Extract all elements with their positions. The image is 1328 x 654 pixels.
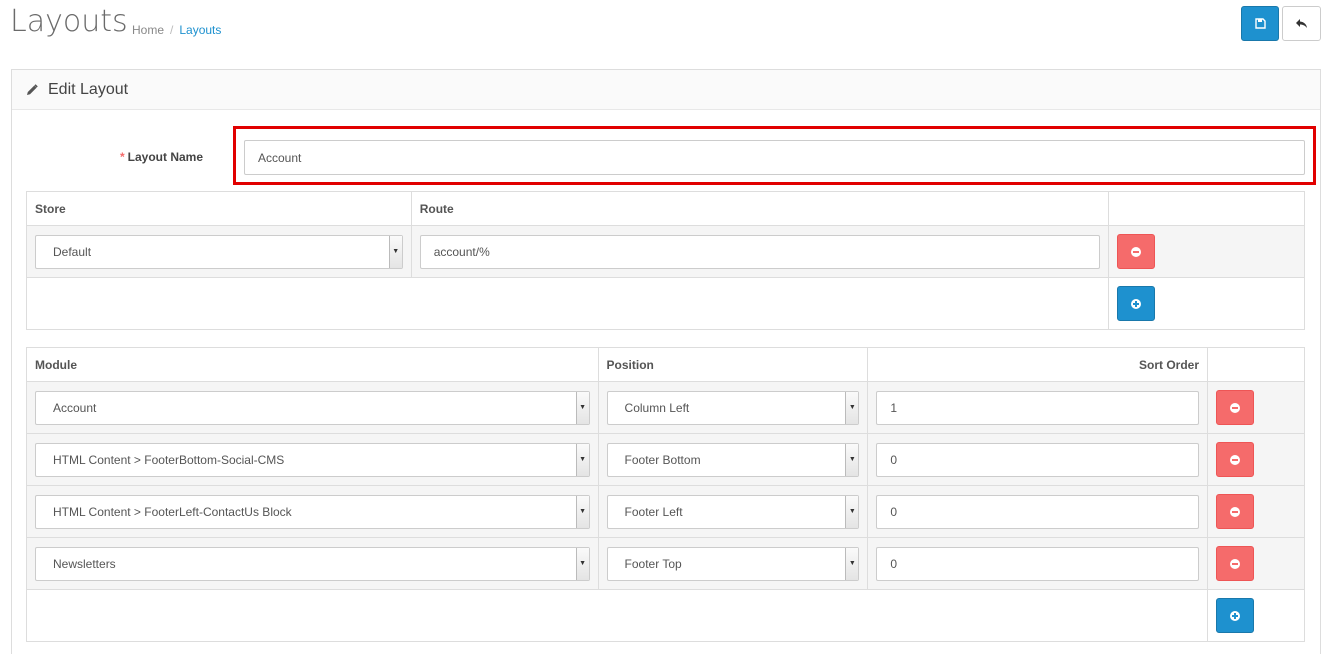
module-select[interactable]: HTML Content > FooterBottom-Social-CMS ▼ (35, 442, 590, 477)
minus-circle-icon (1131, 246, 1142, 257)
page-title: Layouts (10, 4, 128, 39)
route-input[interactable]: account/% (419, 234, 1101, 269)
route-table: Store Route Default ▼ account/% (25, 191, 1305, 330)
minus-circle-icon (1230, 558, 1241, 569)
add-route-button[interactable] (1117, 286, 1156, 321)
module-select[interactable]: Account ▼ (35, 390, 590, 425)
position-select[interactable]: Footer Top ▼ (606, 546, 860, 581)
module-select-value: Newsletters (53, 556, 116, 571)
panel-title: Edit Layout (48, 80, 129, 98)
route-header: Route (410, 191, 1110, 226)
table-row: Account ▼ Column Left ▼ 1 (26, 381, 1305, 434)
module-select-value: Account (53, 400, 97, 415)
remove-module-button[interactable] (1216, 442, 1255, 477)
dropdown-arrow-icon[interactable]: ▼ (575, 547, 589, 580)
module-select-value: HTML Content > FooterLeft-ContactUs Bloc… (53, 504, 292, 519)
table-footer-row (25, 277, 1305, 330)
dropdown-arrow-icon[interactable]: ▼ (575, 495, 589, 528)
dropdown-arrow-icon[interactable]: ▼ (845, 443, 859, 476)
reply-icon (1296, 19, 1307, 28)
breadcrumb: Home / Layouts (132, 23, 221, 37)
required-mark: * (120, 150, 125, 164)
sort-order-input[interactable]: 0 (876, 546, 1200, 581)
position-select-value: Footer Bottom (624, 452, 701, 467)
minus-circle-icon (1230, 506, 1241, 517)
dropdown-arrow-icon[interactable]: ▼ (845, 391, 859, 424)
breadcrumb-home[interactable]: Home (132, 23, 164, 37)
breadcrumb-separator: / (170, 23, 174, 37)
dropdown-arrow-icon[interactable]: ▼ (388, 235, 402, 268)
module-select[interactable]: Newsletters ▼ (35, 546, 590, 581)
remove-module-button[interactable] (1216, 494, 1255, 529)
save-icon (1254, 18, 1266, 29)
dropdown-arrow-icon[interactable]: ▼ (575, 391, 589, 424)
position-select[interactable]: Footer Bottom ▼ (606, 442, 860, 477)
table-footer-row (25, 589, 1305, 642)
dropdown-arrow-icon[interactable]: ▼ (575, 443, 589, 476)
layout-name-label: * Layout Name (120, 150, 203, 164)
module-select-value: HTML Content > FooterBottom-Social-CMS (53, 452, 285, 467)
remove-module-button[interactable] (1216, 390, 1255, 425)
back-button[interactable] (1282, 6, 1321, 41)
plus-circle-icon (1131, 298, 1142, 309)
module-action-header (1207, 347, 1305, 382)
remove-module-button[interactable] (1216, 546, 1255, 581)
store-select[interactable]: Default ▼ (35, 234, 403, 269)
store-select-value: Default (53, 244, 92, 259)
layout-name-label-text: Layout Name (127, 150, 204, 164)
position-header: Position (597, 347, 869, 382)
sort-order-header: Sort Order (867, 347, 1209, 382)
position-select[interactable]: Column Left ▼ (606, 390, 860, 425)
table-row: Default ▼ account/% (26, 225, 1305, 278)
dropdown-arrow-icon[interactable]: ▼ (845, 495, 859, 528)
plus-circle-icon (1230, 610, 1241, 621)
table-row: HTML Content > FooterBottom-Social-CMS ▼ … (26, 433, 1305, 486)
minus-circle-icon (1230, 454, 1241, 465)
pencil-icon (27, 83, 38, 95)
save-button[interactable] (1241, 6, 1279, 41)
sort-order-input[interactable]: 1 (876, 390, 1200, 425)
table-row: HTML Content > FooterLeft-ContactUs Bloc… (26, 485, 1305, 538)
remove-route-button[interactable] (1117, 234, 1156, 269)
position-select-value: Footer Top (624, 556, 682, 571)
minus-circle-icon (1230, 402, 1241, 413)
add-module-button[interactable] (1216, 598, 1255, 633)
position-select-value: Column Left (624, 400, 690, 415)
module-table: Module Position Sort Order Account ▼ Colu… (25, 347, 1305, 642)
module-header: Module (26, 347, 599, 382)
sort-order-input[interactable]: 0 (876, 494, 1200, 529)
position-select[interactable]: Footer Left ▼ (606, 494, 860, 529)
module-select[interactable]: HTML Content > FooterLeft-ContactUs Bloc… (35, 494, 590, 529)
panel-heading: Edit Layout (12, 70, 1320, 110)
position-select-value: Footer Left (624, 504, 683, 519)
layout-name-input[interactable]: Account (244, 140, 1305, 175)
breadcrumb-layouts[interactable]: Layouts (179, 23, 221, 37)
table-row: Newsletters ▼ Footer Top ▼ 0 (26, 537, 1305, 590)
store-header: Store (26, 191, 412, 226)
sort-order-input[interactable]: 0 (876, 442, 1200, 477)
route-action-header (1108, 191, 1305, 226)
dropdown-arrow-icon[interactable]: ▼ (845, 547, 859, 580)
